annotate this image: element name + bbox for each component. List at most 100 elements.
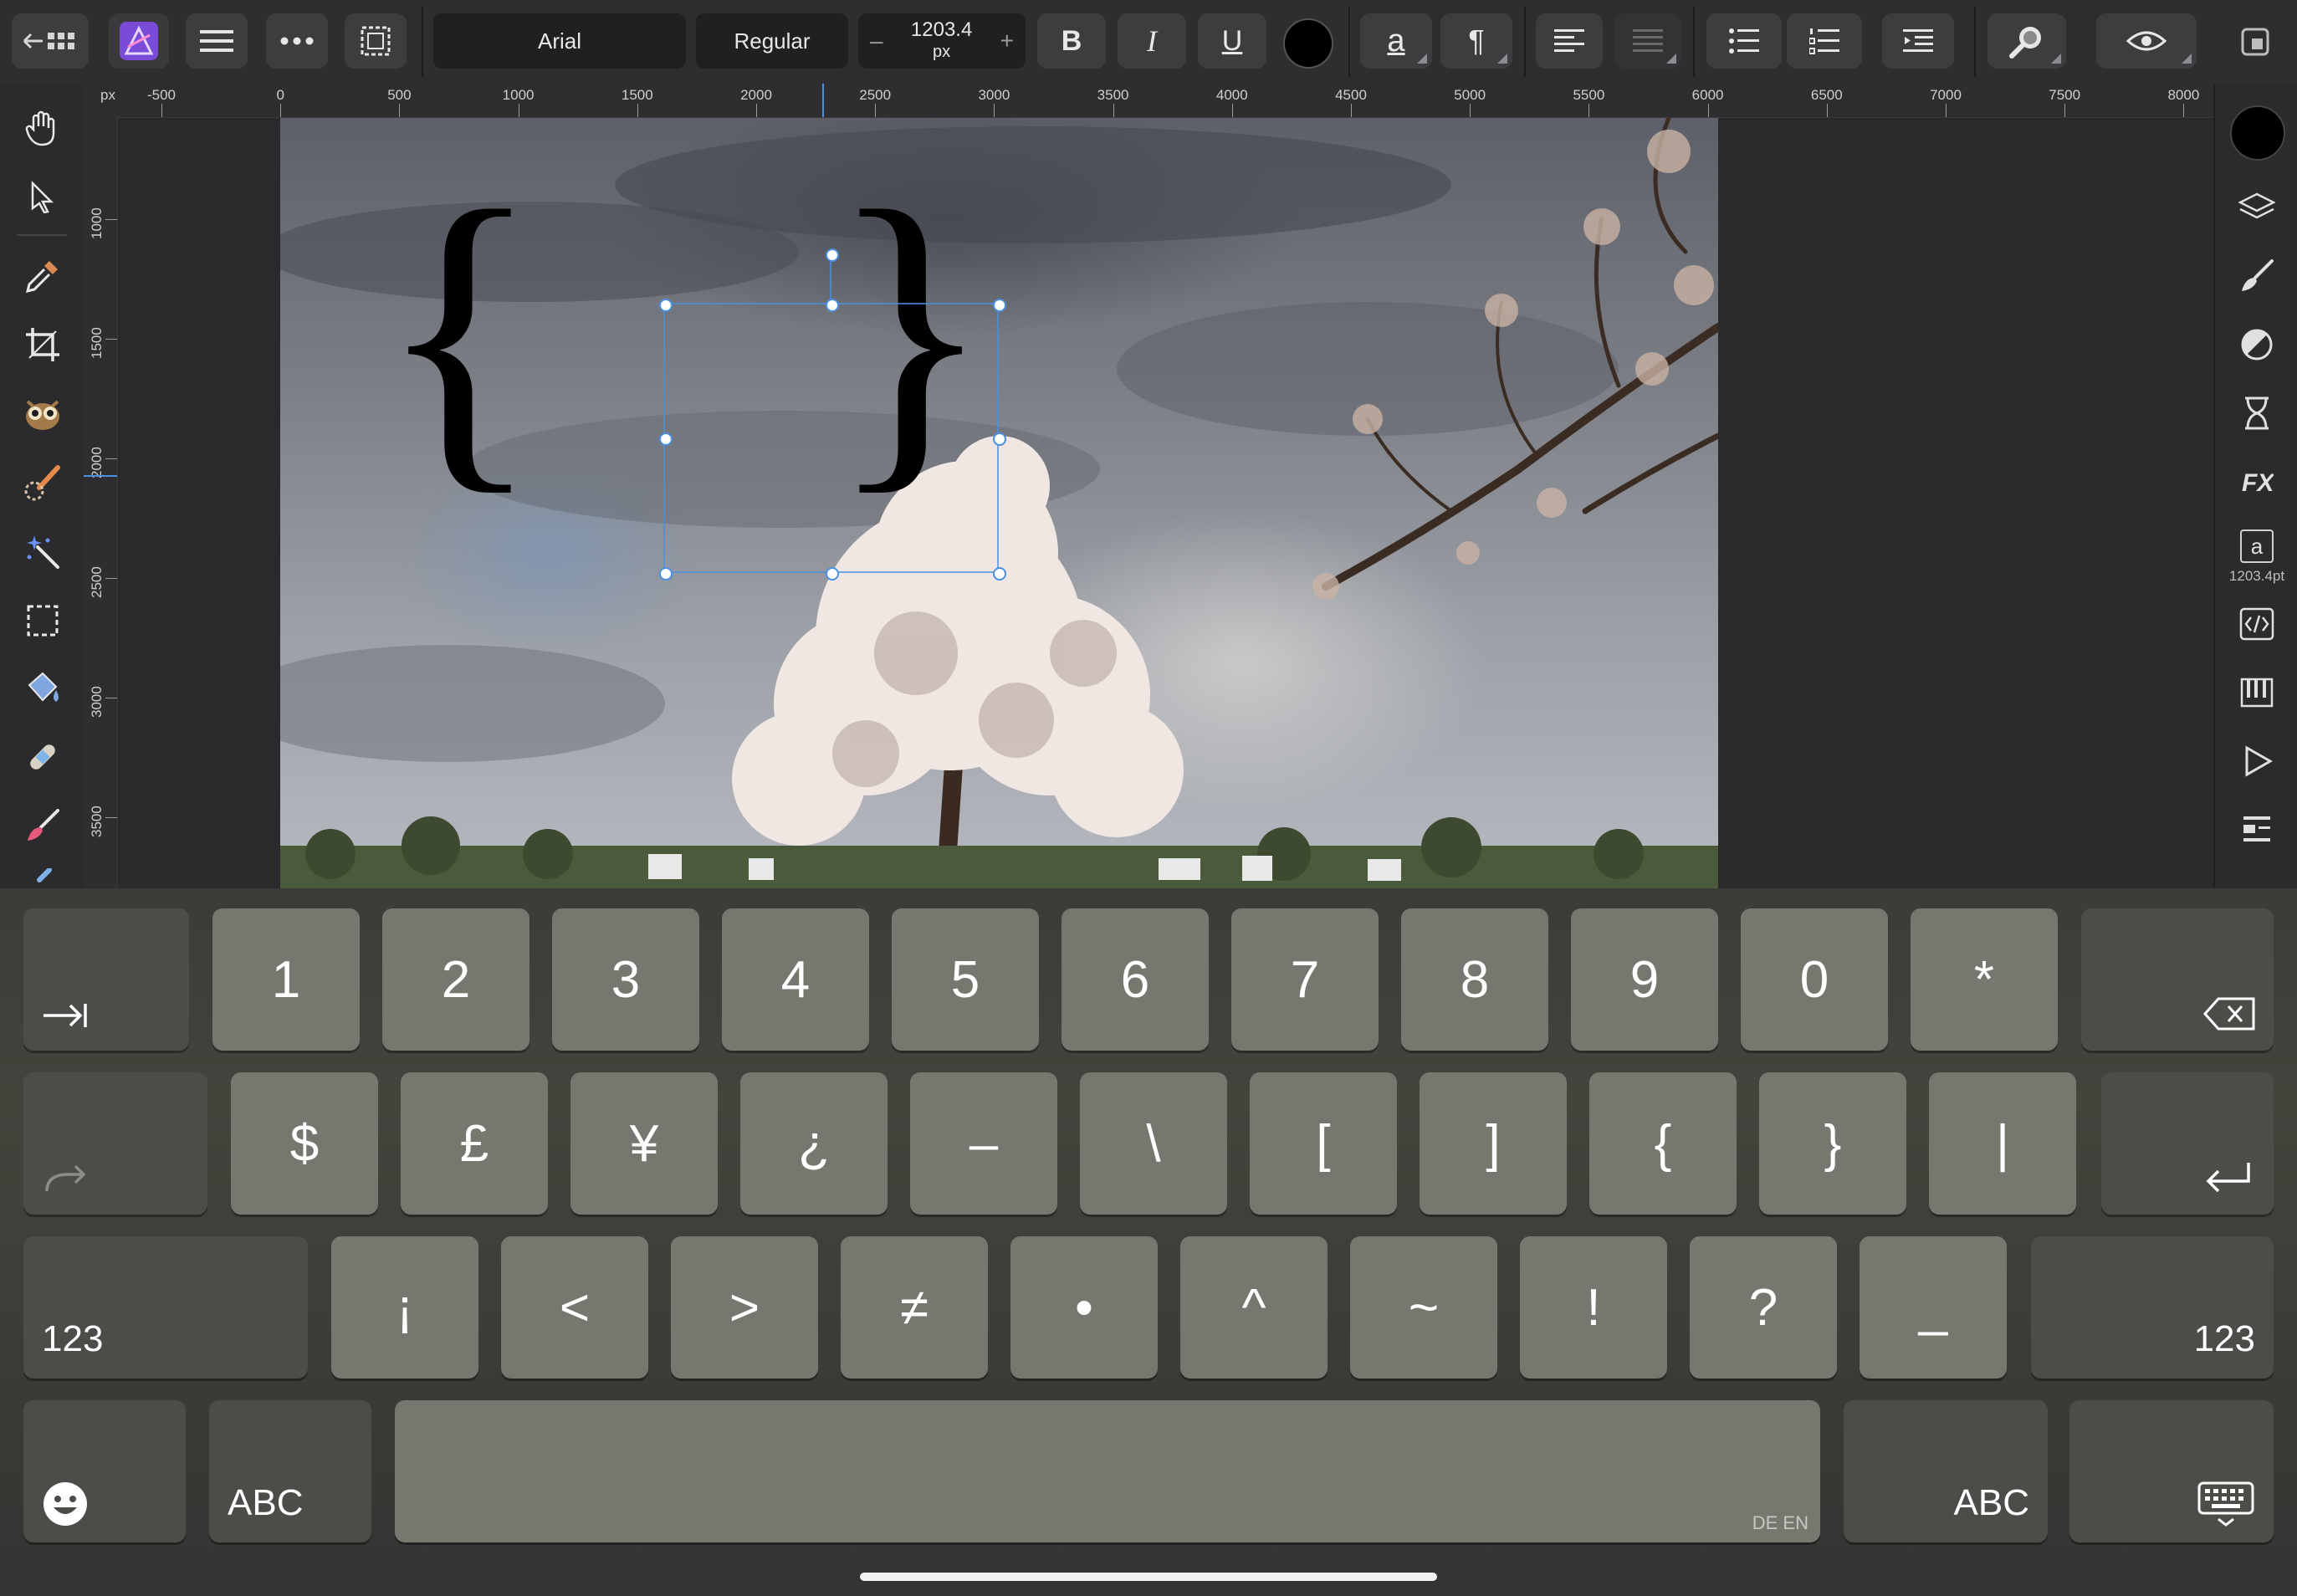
emoji-key[interactable] xyxy=(23,1400,186,1542)
key-row1-1[interactable]: 2 xyxy=(382,908,529,1051)
adjustments-studio-button[interactable] xyxy=(2235,323,2279,366)
numbers-shift-key-left[interactable]: 123 xyxy=(23,1236,308,1379)
key-row2-7[interactable]: ] xyxy=(1420,1072,1567,1215)
brushes-studio-button[interactable] xyxy=(2235,254,2279,298)
font-size-decrease-button[interactable]: – xyxy=(870,28,883,54)
horizontal-ruler[interactable]: px -500 0 500 1000 1500 2000 2500 3000 3500 4000 4… xyxy=(84,84,2213,118)
key-row3-1[interactable]: < xyxy=(501,1236,648,1379)
color-picker-tool[interactable] xyxy=(22,255,64,297)
vertical-ruler[interactable]: 1000 1500 2000 2500 3000 3500 xyxy=(84,117,118,888)
key-row1-3[interactable]: 4 xyxy=(722,908,869,1051)
font-family-field[interactable]: Arial xyxy=(433,13,686,69)
resize-handle-bottom-right[interactable] xyxy=(993,567,1006,581)
key-row2-10[interactable]: | xyxy=(1929,1072,2076,1215)
key-row2-6[interactable]: [ xyxy=(1250,1072,1397,1215)
move-tool[interactable] xyxy=(22,176,64,217)
persona-switcher-button[interactable] xyxy=(109,13,169,69)
dismiss-keyboard-key[interactable] xyxy=(2069,1400,2274,1542)
text-style-studio-button[interactable]: a 1203.4pt xyxy=(2229,524,2284,591)
bold-button[interactable]: B xyxy=(1037,13,1106,69)
paint-brush-tool[interactable] xyxy=(22,805,64,847)
key-row3-7[interactable]: ! xyxy=(1520,1236,1667,1379)
resize-handle-top-right[interactable] xyxy=(993,299,1006,312)
selection-mode-button[interactable] xyxy=(345,13,407,69)
view-mode-button[interactable] xyxy=(2096,13,2197,69)
effects-studio-button[interactable]: FX xyxy=(2235,460,2279,504)
key-row1-8[interactable]: 9 xyxy=(1571,908,1718,1051)
key-row2-2[interactable]: ¥ xyxy=(570,1072,718,1215)
backspace-key[interactable] xyxy=(2081,908,2274,1051)
align-left-button[interactable] xyxy=(1536,13,1603,69)
fill-tool[interactable] xyxy=(22,668,64,709)
resize-handle-bottom-left[interactable] xyxy=(659,567,673,581)
key-row2-0[interactable]: $ xyxy=(231,1072,378,1215)
font-size-stepper[interactable]: – 1203.4 px + xyxy=(858,13,1026,69)
key-row2-8[interactable]: { xyxy=(1589,1072,1737,1215)
crop-tool[interactable] xyxy=(22,324,64,366)
key-row1-10[interactable]: * xyxy=(1911,908,2058,1051)
resize-handle-top-left[interactable] xyxy=(659,299,673,312)
return-key[interactable] xyxy=(2101,1072,2274,1215)
healing-tool[interactable] xyxy=(22,736,64,778)
main-menu-button[interactable] xyxy=(186,13,248,69)
channels-studio-button[interactable] xyxy=(2235,671,2279,714)
key-row3-9[interactable]: _ xyxy=(1860,1236,2007,1379)
resize-handle-bottom[interactable] xyxy=(826,567,839,581)
key-row2-3[interactable]: ¿ xyxy=(740,1072,888,1215)
character-format-button[interactable]: a xyxy=(1360,13,1432,69)
home-indicator[interactable] xyxy=(860,1573,1437,1581)
space-key[interactable]: DE EN xyxy=(395,1400,1820,1542)
font-size-display[interactable]: 1203.4 px xyxy=(911,19,972,63)
library-studio-button[interactable] xyxy=(2235,808,2279,852)
indent-button[interactable] xyxy=(1882,13,1954,69)
zoom-button[interactable] xyxy=(1987,13,2066,69)
flood-select-tool[interactable] xyxy=(22,531,64,573)
abc-key-right[interactable]: ABC xyxy=(1844,1400,2048,1542)
key-row1-0[interactable]: 1 xyxy=(212,908,360,1051)
key-row1-4[interactable]: 5 xyxy=(892,908,1039,1051)
key-row3-2[interactable]: > xyxy=(671,1236,818,1379)
key-row2-9[interactable]: } xyxy=(1759,1072,1906,1215)
font-style-field[interactable]: Regular xyxy=(696,13,848,69)
underline-button[interactable]: U xyxy=(1198,13,1266,69)
vertical-align-button[interactable] xyxy=(1614,13,1681,69)
view-tool[interactable] xyxy=(22,107,64,149)
key-row3-0[interactable]: ¡ xyxy=(331,1236,478,1379)
key-row3-5[interactable]: ^ xyxy=(1180,1236,1328,1379)
key-row3-6[interactable]: ~ xyxy=(1350,1236,1497,1379)
abc-key-left[interactable]: ABC xyxy=(209,1400,371,1542)
marquee-tool[interactable] xyxy=(22,600,64,642)
key-row3-3[interactable]: ≠ xyxy=(841,1236,988,1379)
layers-studio-button[interactable] xyxy=(2235,186,2279,229)
key-row2-1[interactable]: £ xyxy=(401,1072,548,1215)
redo-key[interactable] xyxy=(23,1072,207,1215)
key-row2-5[interactable]: \ xyxy=(1080,1072,1227,1215)
more-options-button[interactable] xyxy=(266,13,328,69)
font-size-increase-button[interactable]: + xyxy=(1000,28,1014,54)
navigator-studio-button[interactable] xyxy=(2235,602,2279,646)
macro-studio-button[interactable] xyxy=(2235,739,2279,783)
bullet-list-button[interactable] xyxy=(1706,13,1782,69)
key-row1-7[interactable]: 8 xyxy=(1401,908,1548,1051)
color-swatch-button[interactable] xyxy=(2230,105,2285,161)
more-tools-peek[interactable] xyxy=(22,868,64,888)
resize-handle-right[interactable] xyxy=(993,432,1006,446)
key-row2-4[interactable]: – xyxy=(910,1072,1057,1215)
numbered-list-button[interactable] xyxy=(1787,13,1862,69)
text-color-swatch[interactable] xyxy=(1283,18,1333,69)
key-row1-2[interactable]: 3 xyxy=(552,908,699,1051)
key-row3-8[interactable]: ? xyxy=(1690,1236,1837,1379)
numbers-shift-key-right[interactable]: 123 xyxy=(2031,1236,2274,1379)
key-row1-5[interactable]: 6 xyxy=(1062,908,1209,1051)
resize-handle-top[interactable] xyxy=(826,299,839,312)
key-row3-4[interactable]: • xyxy=(1010,1236,1158,1379)
selection-brush-tool[interactable] xyxy=(22,393,64,435)
refine-brush-tool[interactable] xyxy=(22,462,64,504)
back-to-gallery-button[interactable] xyxy=(12,13,89,69)
fullscreen-toggle-button[interactable] xyxy=(2240,27,2270,57)
tab-key[interactable] xyxy=(23,908,189,1051)
resize-handle-left[interactable] xyxy=(659,432,673,446)
paragraph-format-button[interactable]: ¶ xyxy=(1440,13,1512,69)
rotate-handle[interactable] xyxy=(826,248,839,262)
document-photo[interactable]: { } xyxy=(280,118,1718,888)
